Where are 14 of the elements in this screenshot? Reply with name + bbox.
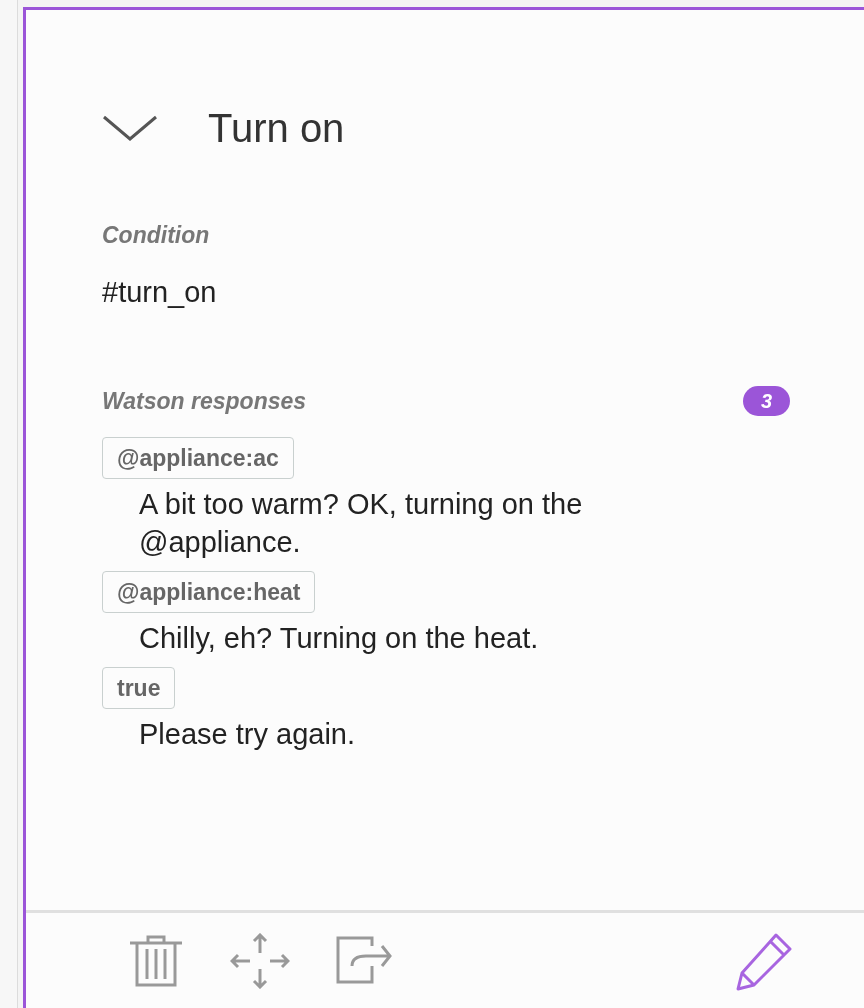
- response-condition-tag: @appliance:ac: [102, 436, 294, 479]
- response-text: A bit too warm? OK, turning on the @appliance.: [138, 486, 584, 560]
- export-box-arrow-icon[interactable]: [336, 935, 394, 986]
- collapse-chevron-icon[interactable]: [102, 113, 158, 143]
- responses-label: Watson responses: [102, 387, 307, 416]
- move-arrows-icon[interactable]: [230, 932, 290, 989]
- response-text: Please try again.: [138, 716, 356, 752]
- response-text: Chilly, eh? Turning on the heat.: [138, 620, 540, 656]
- condition-value: #turn_on: [102, 274, 218, 310]
- response-condition-tag: @appliance:heat: [102, 570, 316, 613]
- node-title: Turn on: [208, 105, 345, 152]
- response-count-badge: 3: [742, 386, 790, 417]
- condition-label: Condition: [102, 221, 211, 250]
- response-condition-tag: true: [102, 666, 176, 709]
